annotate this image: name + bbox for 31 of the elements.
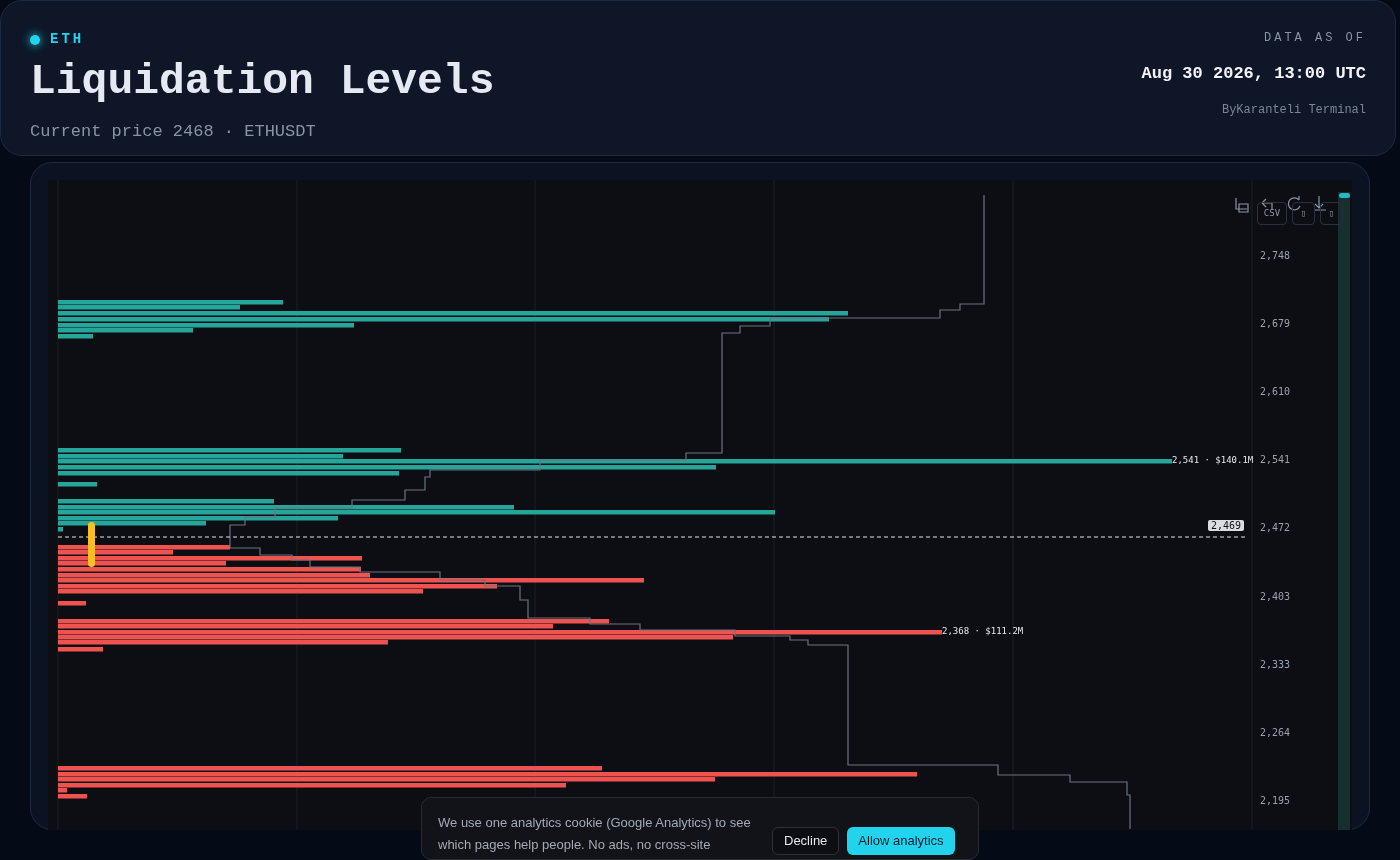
- axis-label: 2,748: [1260, 250, 1291, 262]
- axis-label: 2,610: [1260, 386, 1291, 399]
- level-label: 2,541 · $140.1M: [1172, 455, 1254, 466]
- price-marker: [88, 522, 95, 567]
- toolbar-button[interactable]: ▯: [1292, 202, 1315, 225]
- refresh-icon[interactable]: [1287, 195, 1301, 211]
- price-tag: 2,469: [1208, 520, 1245, 531]
- page-title: Liquidation Levels: [30, 60, 495, 103]
- axis-label: 2,541: [1260, 454, 1291, 467]
- data-as-of-label: DATA AS OF: [1264, 30, 1366, 47]
- source-label: ByKaranteli Terminal: [1221, 101, 1366, 119]
- asset-tag: ETH: [50, 29, 85, 50]
- download-icon[interactable]: [1313, 195, 1327, 211]
- axis-label: 2,403: [1260, 590, 1291, 603]
- zoom-handle[interactable]: [1339, 193, 1350, 198]
- toolbar-button[interactable]: ▯: [1320, 202, 1343, 225]
- axis-label: 2,679: [1260, 318, 1291, 331]
- axis-label: 2,333: [1260, 658, 1291, 671]
- level-label: 2,368 · $111.2M: [942, 626, 1024, 637]
- cookie-message: We use one analytics cookie (Google Analytics) to see which pages help people. No ads, no cross-site: [438, 814, 752, 854]
- toolbar-button[interactable]: CSV: [1257, 202, 1287, 225]
- axis-label: 2,472: [1260, 522, 1291, 535]
- crop-icon[interactable]: [1235, 197, 1249, 213]
- subtitle: Current price 2468 · ETHUSDT: [30, 121, 317, 143]
- timestamp: Aug 30 2026, 13:00 UTC: [1141, 63, 1366, 85]
- axis-label: 2,195: [1260, 794, 1291, 807]
- decline-button[interactable]: Decline: [772, 827, 840, 855]
- zoom-track[interactable]: [1338, 192, 1350, 830]
- axis-label: 2,264: [1260, 726, 1291, 739]
- undo-icon[interactable]: [1261, 198, 1273, 211]
- allow-button[interactable]: Allow analytics: [847, 827, 955, 855]
